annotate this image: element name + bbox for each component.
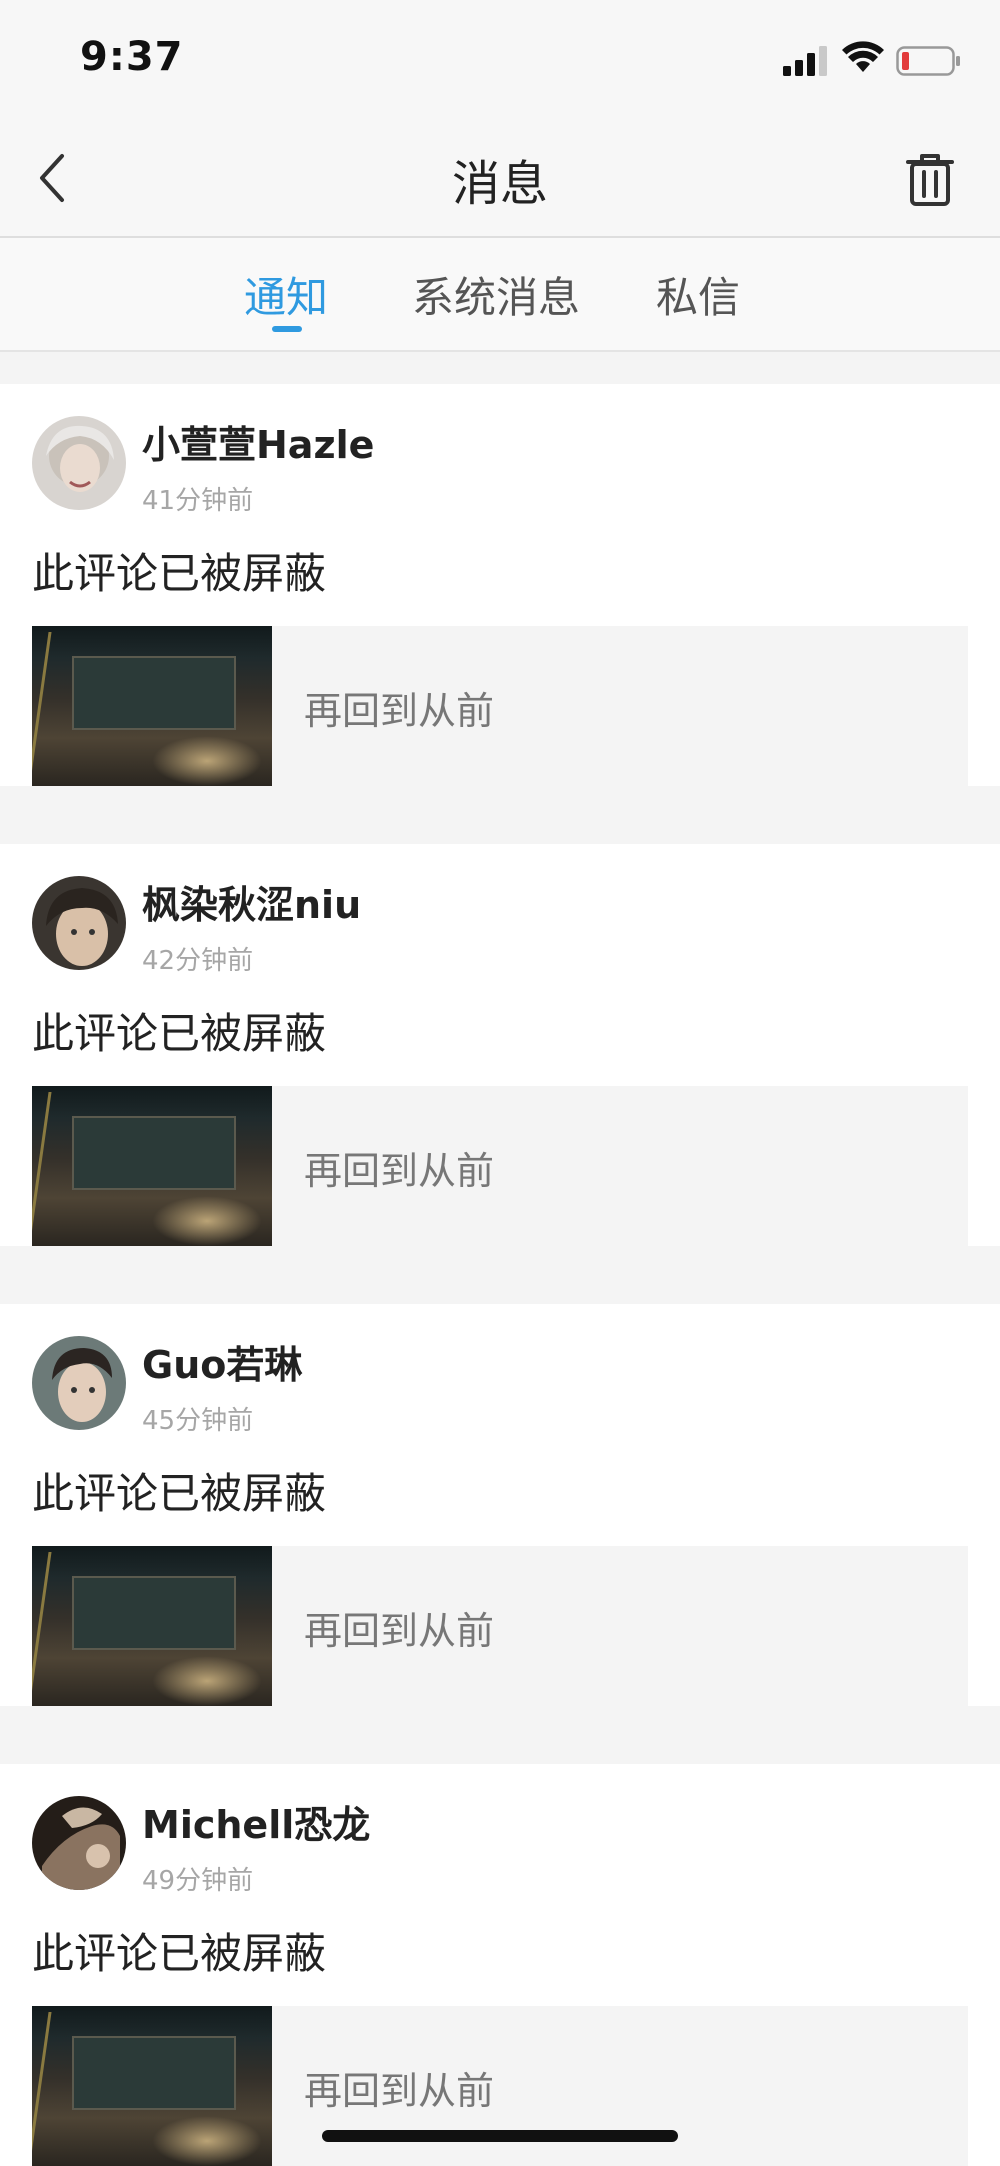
post-thumbnail: [32, 1546, 272, 1706]
referenced-post[interactable]: 再回到从前: [32, 626, 968, 786]
post-thumbnail: [32, 2006, 272, 2166]
notification-item[interactable]: 小萱萱Hazle 41分钟前 此评论已被屏蔽 再回到从前: [0, 384, 1000, 786]
post-title: 再回到从前: [304, 1149, 495, 1193]
timestamp: 45分钟前: [142, 1406, 254, 1436]
page-title: 消息: [451, 156, 548, 212]
timestamp: 41分钟前: [142, 486, 254, 516]
sign-board: [72, 1576, 236, 1650]
notification-item[interactable]: Guo若琳 45分钟前 此评论已被屏蔽 再回到从前: [0, 1304, 1000, 1706]
username[interactable]: 小萱萱Hazle: [142, 414, 374, 469]
lamp-glow: [152, 736, 262, 786]
trash-icon[interactable]: [900, 150, 960, 210]
tab-system-messages[interactable]: 系统消息: [412, 264, 580, 325]
navigation-bar: 消息: [0, 120, 1000, 236]
timestamp: 49分钟前: [142, 1866, 254, 1896]
lamp-glow: [152, 1656, 262, 1706]
battery-icon: [896, 46, 960, 76]
avatar[interactable]: [32, 1796, 126, 1890]
post-thumbnail: [32, 1086, 272, 1246]
comment-text: 此评论已被屏蔽: [32, 1929, 327, 1978]
sign-board: [72, 2036, 236, 2110]
referenced-post[interactable]: 再回到从前: [32, 1546, 968, 1706]
avatar[interactable]: [32, 1336, 126, 1430]
sign-board: [72, 656, 236, 730]
tab-private-messages[interactable]: 私信: [656, 264, 740, 325]
referenced-post[interactable]: 再回到从前: [32, 2006, 968, 2166]
top-bar: 9:37 消息: [0, 0, 1000, 238]
comment-text: 此评论已被屏蔽: [32, 549, 327, 598]
username[interactable]: 枫染秋涩niu: [142, 874, 361, 929]
active-tab-indicator: [272, 326, 302, 332]
referenced-post[interactable]: 再回到从前: [32, 1086, 968, 1246]
notification-item[interactable]: Michell恐龙 49分钟前 此评论已被屏蔽 再回到从前: [0, 1764, 1000, 2166]
home-indicator[interactable]: [322, 2130, 678, 2142]
timestamp: 42分钟前: [142, 946, 254, 976]
comment-text: 此评论已被屏蔽: [32, 1469, 327, 1518]
comment-text: 此评论已被屏蔽: [32, 1009, 327, 1058]
username[interactable]: Guo若琳: [142, 1334, 302, 1389]
avatar[interactable]: [32, 416, 126, 510]
post-thumbnail: [32, 626, 272, 786]
cellular-signal-icon: [783, 46, 827, 76]
post-title: 再回到从前: [304, 689, 495, 733]
post-title: 再回到从前: [304, 1609, 495, 1653]
sign-board: [72, 1116, 236, 1190]
post-title: 再回到从前: [304, 2069, 495, 2113]
lamp-glow: [152, 2116, 262, 2166]
username[interactable]: Michell恐龙: [142, 1794, 370, 1849]
notification-item[interactable]: 枫染秋涩niu 42分钟前 此评论已被屏蔽 再回到从前: [0, 844, 1000, 1246]
tab-notifications[interactable]: 通知: [244, 264, 328, 325]
avatar[interactable]: [32, 876, 126, 970]
status-time: 9:37: [80, 34, 184, 80]
tab-bar: 通知 系统消息 私信: [0, 238, 1000, 352]
lamp-glow: [152, 1196, 262, 1246]
wifi-icon: [842, 41, 884, 72]
status-bar: 9:37: [0, 0, 1000, 120]
